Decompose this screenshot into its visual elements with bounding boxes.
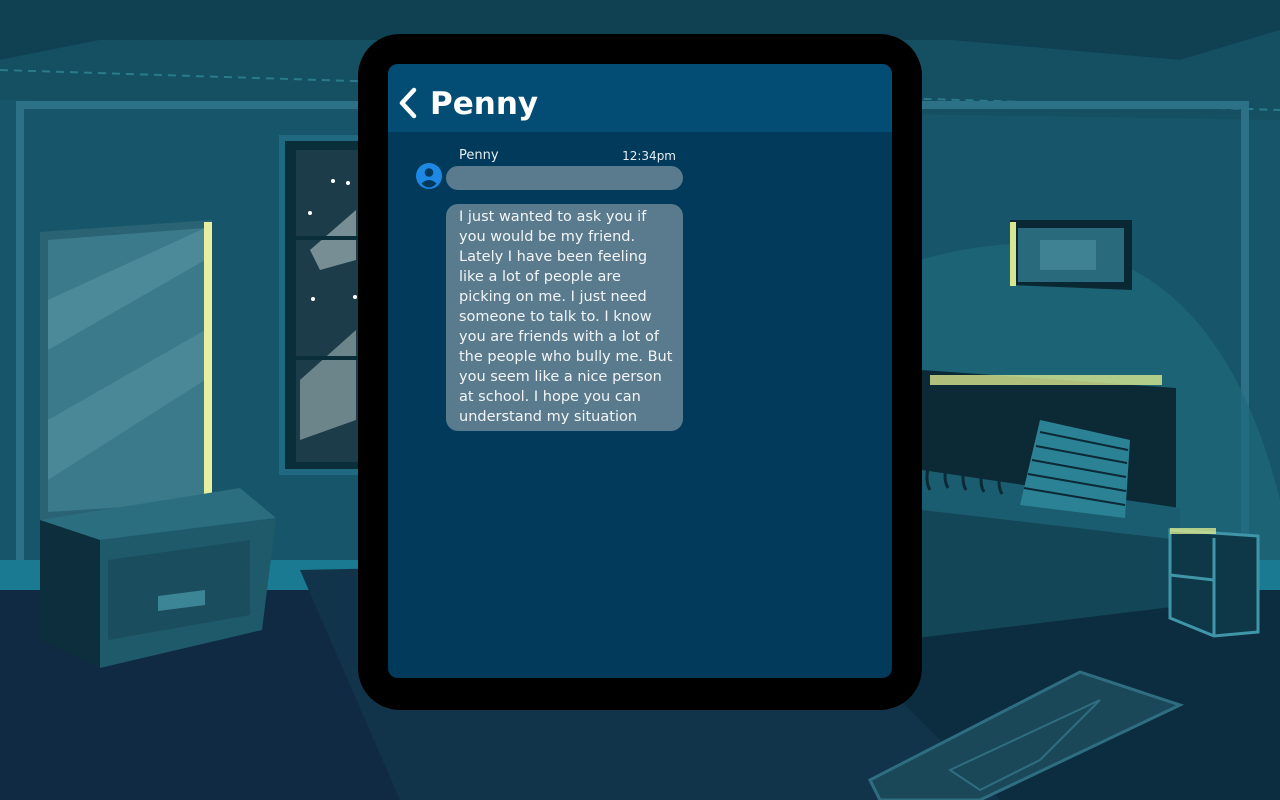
- chat-header: Penny: [388, 64, 892, 132]
- chat-screen: Penny Penny 12:34pm I just wanted to ask…: [388, 64, 892, 678]
- typing-indicator-bubble: [446, 166, 683, 190]
- message-text: I just wanted to ask you if you would be…: [459, 209, 673, 425]
- chevron-left-icon: [399, 87, 417, 119]
- message-sender-name: Penny: [459, 148, 499, 163]
- message-timestamp: 12:34pm: [622, 149, 676, 163]
- contact-name-title: Penny: [430, 86, 539, 122]
- message-bubble: I just wanted to ask you if you would be…: [446, 204, 683, 431]
- tablet-device: Penny Penny 12:34pm I just wanted to ask…: [358, 34, 922, 710]
- back-button[interactable]: [396, 86, 422, 120]
- user-circle-icon: [415, 162, 443, 190]
